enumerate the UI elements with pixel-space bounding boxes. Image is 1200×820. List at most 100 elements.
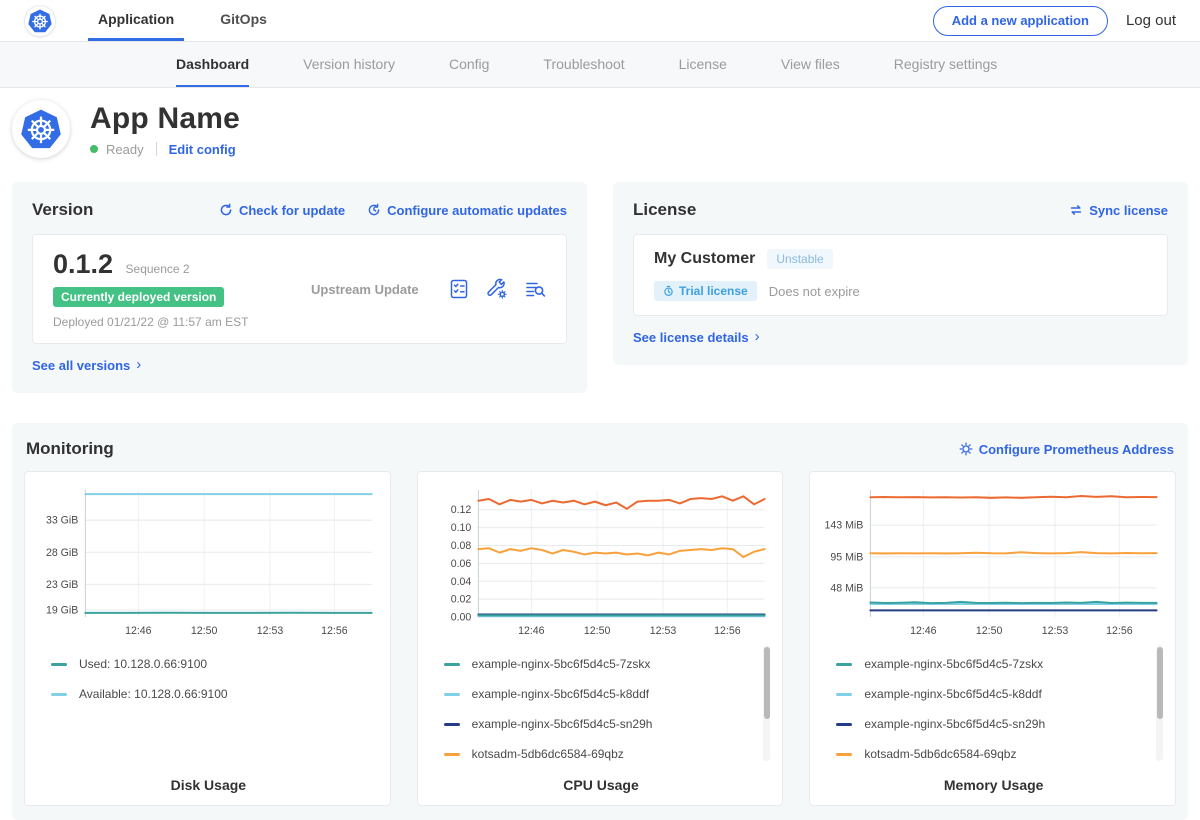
tab-license[interactable]: License (679, 42, 727, 87)
legend-color-dash (51, 663, 67, 666)
legend-item: example-nginx-5bc6f5d4c5-7zskx (836, 657, 1151, 671)
chart-title: Disk Usage (37, 777, 380, 793)
clock-refresh-icon (367, 203, 381, 217)
add-application-button[interactable]: Add a new application (933, 6, 1108, 36)
legend-item: kotsadm-5db6dc6584-69qbz (444, 747, 759, 761)
svg-text:95 MiB: 95 MiB (831, 551, 864, 563)
svg-text:12:56: 12:56 (1106, 625, 1133, 637)
deployed-timestamp: Deployed 01/21/22 @ 11:57 am EST (53, 315, 303, 329)
license-type-badge: Trial license (654, 281, 757, 301)
version-number: 0.1.2 (53, 249, 113, 280)
chart-legend: Used: 10.128.0.66:9100Available: 10.128.… (37, 643, 380, 767)
license-card: License Sync license My Customer (613, 182, 1188, 365)
legend-color-dash (51, 693, 67, 696)
tab-troubleshoot[interactable]: Troubleshoot (543, 42, 624, 87)
svg-text:12:53: 12:53 (649, 625, 676, 637)
svg-text:12:53: 12:53 (1042, 625, 1069, 637)
svg-text:0.06: 0.06 (450, 558, 471, 570)
legend-color-dash (836, 753, 852, 756)
license-expiry: Does not expire (769, 284, 860, 299)
svg-text:28 GiB: 28 GiB (46, 547, 78, 559)
tab-config[interactable]: Config (449, 42, 489, 87)
stopwatch-icon (663, 285, 674, 297)
legend-color-dash (444, 723, 460, 726)
svg-text:12:53: 12:53 (257, 625, 284, 637)
divider (156, 142, 157, 156)
see-license-details-link[interactable]: See license details› (633, 329, 760, 346)
tab-version-history[interactable]: Version history (303, 42, 395, 87)
topnav-right: Add a new application Log out (933, 6, 1176, 36)
legend-color-dash (444, 753, 460, 756)
chart-plot: 12:4612:5012:5312:5633 GiB28 GiB23 GiB19… (37, 484, 380, 643)
gear-icon (959, 442, 973, 456)
kubernetes-logo[interactable] (24, 5, 56, 37)
legend-label: Used: 10.128.0.66:9100 (79, 657, 207, 671)
legend-scrollbar[interactable] (1156, 645, 1163, 761)
preflight-checklist-icon[interactable] (448, 278, 470, 300)
chevron-right-icon: › (755, 328, 760, 345)
logout-link[interactable]: Log out (1126, 12, 1176, 29)
sync-license-link[interactable]: Sync license (1069, 203, 1168, 218)
version-source: Upstream Update (303, 282, 448, 297)
console-tabs: Application GitOps (88, 0, 277, 41)
scrollbar-thumb[interactable] (764, 647, 770, 719)
svg-text:12:46: 12:46 (518, 625, 545, 637)
legend-item: example-nginx-5bc6f5d4c5-k8ddf (444, 687, 759, 701)
svg-text:0.04: 0.04 (450, 576, 471, 588)
license-card-title: License (633, 200, 696, 220)
version-card: Version Check for update (12, 182, 587, 393)
svg-text:12:50: 12:50 (584, 625, 611, 637)
configure-automatic-updates-link[interactable]: Configure automatic updates (367, 203, 567, 218)
svg-text:12:50: 12:50 (191, 625, 218, 637)
charts-row: 12:4612:5012:5312:5633 GiB28 GiB23 GiB19… (24, 471, 1176, 806)
app-logo (12, 100, 70, 158)
current-version-panel: 0.1.2 Sequence 2 Currently deployed vers… (32, 234, 567, 344)
check-for-update-link[interactable]: Check for update (219, 203, 345, 218)
app-section-tabs: Dashboard Version history Config Trouble… (0, 42, 1200, 88)
tab-application[interactable]: Application (88, 0, 184, 41)
config-wrench-icon[interactable] (486, 278, 508, 300)
legend-color-dash (444, 663, 460, 666)
tab-view-files[interactable]: View files (781, 42, 840, 87)
sync-arrows-icon (1069, 203, 1083, 217)
tab-dashboard[interactable]: Dashboard (176, 42, 249, 87)
chart-plot: 12:4612:5012:5312:560.120.100.080.060.04… (430, 484, 773, 643)
disk-usage-chart-card: 12:4612:5012:5312:5633 GiB28 GiB23 GiB19… (24, 471, 391, 806)
svg-text:12:50: 12:50 (976, 625, 1003, 637)
legend-item: example-nginx-5bc6f5d4c5-7zskx (444, 657, 759, 671)
monitoring-card: Monitoring Configure Prometheus Address … (12, 423, 1188, 820)
svg-text:12:56: 12:56 (321, 625, 348, 637)
deployed-badge: Currently deployed version (53, 287, 224, 307)
configure-prometheus-link[interactable]: Configure Prometheus Address (959, 442, 1174, 457)
see-all-versions-link[interactable]: See all versions› (32, 357, 141, 374)
legend-scrollbar[interactable] (763, 645, 770, 761)
page-title: App Name (90, 102, 240, 136)
memory-usage-chart-card: 12:4612:5012:5312:56143 MiB95 MiB48 MiBe… (809, 471, 1176, 806)
legend-item: example-nginx-5bc6f5d4c5-sn29h (444, 717, 759, 731)
legend-color-dash (836, 663, 852, 666)
legend-label: kotsadm-5db6dc6584-69qbz (472, 747, 624, 761)
app-header: App Name Ready Edit config (0, 88, 1200, 174)
chart-title: Memory Usage (822, 777, 1165, 793)
svg-text:33 GiB: 33 GiB (46, 515, 78, 527)
version-sequence: Sequence 2 (126, 262, 190, 276)
svg-text:143 MiB: 143 MiB (825, 520, 864, 532)
tab-registry-settings[interactable]: Registry settings (894, 42, 997, 87)
legend-label: example-nginx-5bc6f5d4c5-k8ddf (864, 687, 1041, 701)
app-status-row: Ready Edit config (90, 142, 240, 157)
scrollbar-thumb[interactable] (1157, 647, 1163, 719)
svg-text:0.12: 0.12 (450, 504, 471, 516)
chevron-right-icon: › (136, 356, 141, 373)
license-panel: My Customer Unstable Trial license Does … (633, 234, 1168, 316)
chart-legend: example-nginx-5bc6f5d4c5-7zskx example-ng… (822, 643, 1165, 767)
legend-color-dash (836, 723, 852, 726)
legend-label: example-nginx-5bc6f5d4c5-sn29h (864, 717, 1045, 731)
svg-text:48 MiB: 48 MiB (831, 582, 864, 594)
logs-search-icon[interactable] (524, 278, 546, 300)
tab-gitops[interactable]: GitOps (210, 0, 277, 41)
legend-label: example-nginx-5bc6f5d4c5-7zskx (864, 657, 1043, 671)
edit-config-link[interactable]: Edit config (169, 142, 236, 157)
status-badge: Ready (106, 142, 144, 157)
legend-item: Used: 10.128.0.66:9100 (51, 657, 366, 671)
legend-label: example-nginx-5bc6f5d4c5-k8ddf (472, 687, 649, 701)
